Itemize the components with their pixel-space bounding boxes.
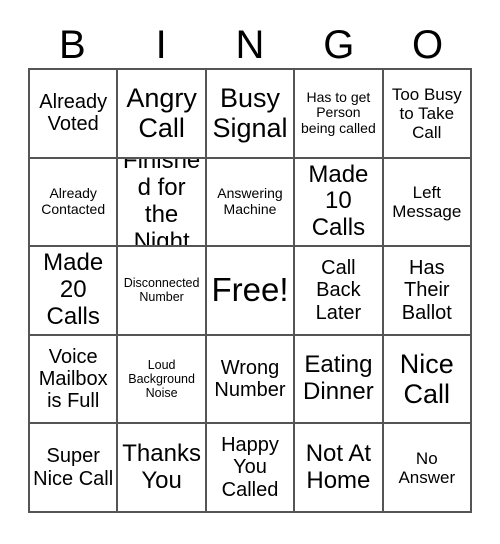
bingo-header-letter-n: N: [235, 23, 265, 67]
bingo-header: B I N G O: [28, 22, 472, 68]
bingo-cell-label: Made 20 Calls: [43, 249, 104, 330]
bingo-cell-label: Too Busy to Take Call: [391, 84, 462, 142]
bingo-cell-label: Busy Signal: [212, 83, 288, 144]
bingo-cell-label: Voice Mailbox is Full: [38, 345, 108, 413]
bingo-cell-label: Loud Background Noise: [128, 358, 195, 401]
bingo-cell-label: Nice Call: [399, 348, 454, 410]
bingo-card: B I N G O Already Voted Angry Call Busy …: [0, 0, 500, 544]
bingo-cell-b4[interactable]: Voice Mailbox is Full: [30, 335, 119, 425]
bingo-header-letter-o: O: [412, 23, 444, 67]
bingo-cell-label: Thanks You: [122, 439, 201, 494]
bingo-cell-label: Eating Dinner: [303, 351, 374, 406]
bingo-cell-b1[interactable]: Already Voted: [30, 70, 119, 159]
bingo-cell-o4[interactable]: Nice Call: [383, 335, 472, 425]
bingo-cell-g1[interactable]: Has to get Person being called: [295, 70, 384, 159]
bingo-cell-o5[interactable]: No Answer: [383, 424, 472, 513]
bingo-cell-g5[interactable]: Not At Home: [295, 424, 384, 513]
bingo-cell-label: Call Back Later: [315, 256, 362, 324]
bingo-cell-label: No Answer: [398, 448, 456, 487]
bingo-cell-n2[interactable]: Answering Machine: [206, 158, 296, 248]
bingo-cell-g3[interactable]: Call Back Later: [295, 247, 384, 336]
bingo-cell-o2[interactable]: Left Message: [383, 158, 472, 248]
bingo-cell-n1[interactable]: Busy Signal: [206, 70, 296, 159]
bingo-cell-label: Answering Machine: [217, 185, 283, 217]
bingo-cell-n5[interactable]: Happy You Called: [206, 424, 296, 513]
bingo-cell-i2[interactable]: Finished for the Night: [118, 158, 207, 248]
bingo-free-space-label: Free!: [211, 271, 289, 309]
bingo-cell-label: Has to get Person being called: [301, 88, 376, 137]
bingo-cell-i5[interactable]: Thanks You: [118, 424, 207, 513]
bingo-cell-label: Super Nice Call: [33, 445, 114, 490]
bingo-cell-label: Finished for the Night: [122, 158, 201, 248]
bingo-header-letter-i: I: [155, 23, 167, 67]
bingo-header-letter-b: B: [59, 23, 86, 67]
bingo-cell-label: Wrong Number: [214, 356, 286, 402]
bingo-cell-o1[interactable]: Too Busy to Take Call: [383, 70, 472, 159]
bingo-cell-b2[interactable]: Already Contacted: [30, 158, 119, 248]
bingo-cell-free-space[interactable]: Free!: [206, 247, 296, 336]
bingo-cell-g2[interactable]: Made 10 Calls: [295, 158, 384, 248]
bingo-cell-b5[interactable]: Super Nice Call: [30, 424, 119, 513]
bingo-cell-label: Made 10 Calls: [308, 160, 369, 242]
bingo-cell-i3[interactable]: Disconnected Number: [118, 247, 207, 336]
bingo-cell-label: Happy You Called: [221, 434, 279, 501]
bingo-cell-i1[interactable]: Angry Call: [118, 70, 207, 159]
bingo-cell-n4[interactable]: Wrong Number: [206, 335, 296, 425]
bingo-header-letter-g: G: [323, 23, 355, 67]
bingo-cell-label: Already Voted: [39, 90, 108, 136]
bingo-cell-label: Angry Call: [126, 83, 197, 144]
bingo-cell-label: Has Their Ballot: [401, 256, 452, 324]
bingo-cell-label: Already Contacted: [41, 185, 106, 217]
bingo-grid: Already Voted Angry Call Busy Signal Has…: [28, 68, 472, 513]
bingo-cell-label: Left Message: [392, 182, 462, 221]
bingo-cell-i4[interactable]: Loud Background Noise: [118, 335, 207, 425]
bingo-cell-label: Disconnected Number: [123, 276, 200, 305]
bingo-cell-label: Not At Home: [305, 439, 372, 494]
bingo-cell-b3[interactable]: Made 20 Calls: [30, 247, 119, 336]
bingo-cell-o3[interactable]: Has Their Ballot: [383, 247, 472, 336]
bingo-cell-g4[interactable]: Eating Dinner: [295, 335, 384, 425]
